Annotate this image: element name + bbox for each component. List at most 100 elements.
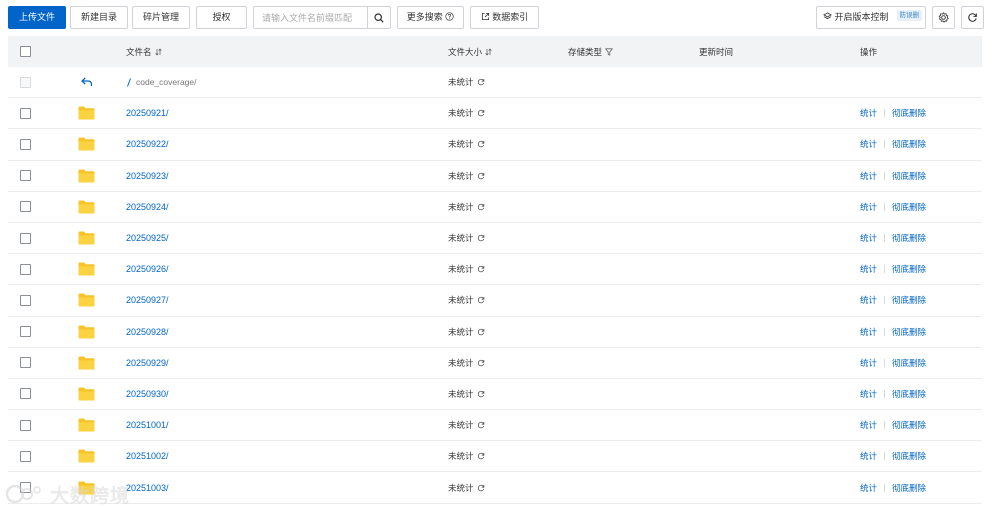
- sort-icon[interactable]: [485, 47, 492, 56]
- folder-name-link[interactable]: 20251002/: [126, 451, 169, 461]
- settings-button[interactable]: [932, 6, 955, 29]
- row-checkbox[interactable]: [20, 326, 31, 338]
- row-checkbox[interactable]: [20, 450, 31, 462]
- new-directory-button[interactable]: 新建目录: [70, 6, 128, 29]
- table-row[interactable]: 20250922/ 未统计 统计 彻底删除: [8, 129, 982, 161]
- refresh-icon[interactable]: [477, 421, 485, 429]
- stats-link[interactable]: 统计: [860, 450, 877, 462]
- permanent-delete-link[interactable]: 彻底删除: [892, 138, 926, 150]
- permanent-delete-link[interactable]: 彻底删除: [892, 326, 926, 338]
- row-checkbox[interactable]: [20, 263, 31, 275]
- folder-name-link[interactable]: 20251003/: [126, 483, 169, 493]
- permanent-delete-link[interactable]: 彻底删除: [892, 450, 926, 462]
- refresh-icon[interactable]: [477, 265, 485, 273]
- row-actions-cell: 统计 彻底删除: [860, 192, 926, 222]
- stats-link[interactable]: 统计: [860, 326, 877, 338]
- refresh-icon[interactable]: [477, 78, 485, 86]
- folder-name-link[interactable]: 20251001/: [126, 420, 169, 430]
- refresh-icon[interactable]: [477, 109, 485, 117]
- stats-link[interactable]: 统计: [860, 201, 877, 213]
- permanent-delete-link[interactable]: 彻底删除: [892, 232, 926, 244]
- authorize-button[interactable]: 授权: [196, 6, 247, 29]
- row-checkbox[interactable]: [20, 357, 31, 369]
- permanent-delete-link[interactable]: 彻底删除: [892, 263, 926, 275]
- row-checkbox[interactable]: [20, 138, 31, 150]
- table-row[interactable]: 20250924/ 未统计 统计 彻底删除: [8, 192, 982, 223]
- stats-link[interactable]: 统计: [860, 419, 877, 431]
- permanent-delete-link[interactable]: 彻底删除: [892, 294, 926, 306]
- refresh-icon[interactable]: [477, 328, 485, 336]
- select-all-checkbox[interactable]: [20, 46, 31, 57]
- refresh-icon[interactable]: [477, 172, 485, 180]
- search-input[interactable]: [254, 7, 368, 28]
- refresh-icon[interactable]: [477, 452, 485, 460]
- permanent-delete-link[interactable]: 彻底删除: [892, 107, 926, 119]
- table-row[interactable]: 20251003/ 未统计 统计 彻底删除: [8, 472, 982, 504]
- permanent-delete-link[interactable]: 彻底删除: [892, 357, 926, 369]
- stats-link[interactable]: 统计: [860, 388, 877, 400]
- row-actions-cell: 统计 彻底删除: [860, 161, 926, 191]
- row-checkbox[interactable]: [20, 232, 31, 244]
- sort-icon[interactable]: [154, 47, 162, 56]
- header-size[interactable]: 文件大小: [448, 36, 492, 67]
- table-row[interactable]: 20251001/ 未统计 统计 彻底删除: [8, 410, 982, 442]
- stats-link[interactable]: 统计: [860, 138, 877, 150]
- table-row[interactable]: 20250928/ 未统计 统计 彻底删除: [8, 317, 982, 348]
- table-row[interactable]: 20250921/ 未统计 统计 彻底删除: [8, 98, 982, 130]
- header-name[interactable]: 文件名: [126, 36, 162, 67]
- refresh-icon[interactable]: [477, 390, 485, 398]
- permanent-delete-link[interactable]: 彻底删除: [892, 482, 926, 494]
- version-control-button[interactable]: 开启版本控制 防误删: [816, 6, 926, 29]
- folder-name-link[interactable]: 20250921/: [126, 108, 169, 118]
- search-button[interactable]: [367, 7, 390, 28]
- folder-name-link[interactable]: 20250922/: [126, 139, 169, 149]
- row-checkbox[interactable]: [20, 107, 31, 119]
- folder-name-link[interactable]: 20250926/: [126, 264, 169, 274]
- refresh-icon[interactable]: [477, 203, 485, 211]
- stats-link[interactable]: 统计: [860, 232, 877, 244]
- stats-link[interactable]: 统计: [860, 107, 877, 119]
- folder-name-link[interactable]: 20250929/: [126, 358, 169, 368]
- parent-directory-row[interactable]: code_coverage/ 未统计: [8, 67, 982, 99]
- row-checkbox[interactable]: [20, 294, 31, 306]
- table-row[interactable]: 20251002/ 未统计 统计 彻底删除: [8, 441, 982, 473]
- stats-link[interactable]: 统计: [860, 482, 877, 494]
- fragment-management-button[interactable]: 碎片管理: [132, 6, 190, 29]
- stats-link[interactable]: 统计: [860, 170, 877, 182]
- table-row[interactable]: 20250929/ 未统计 统计 彻底删除: [8, 348, 982, 379]
- header-storage-type[interactable]: 存储类型: [568, 36, 613, 67]
- stats-link[interactable]: 统计: [860, 357, 877, 369]
- folder-name-link[interactable]: 20250927/: [126, 295, 169, 305]
- table-row[interactable]: 20250923/ 未统计 统计 彻底删除: [8, 161, 982, 192]
- folder-name-link[interactable]: 20250928/: [126, 327, 169, 337]
- refresh-icon[interactable]: [477, 484, 485, 492]
- folder-name-link[interactable]: 20250924/: [126, 202, 169, 212]
- refresh-button[interactable]: [961, 6, 984, 29]
- table-row[interactable]: 20250925/ 未统计 统计 彻底删除: [8, 223, 982, 255]
- folder-name-link[interactable]: 20250925/: [126, 233, 169, 243]
- refresh-icon[interactable]: [477, 140, 485, 148]
- refresh-icon[interactable]: [477, 234, 485, 242]
- row-checkbox[interactable]: [20, 388, 31, 400]
- table-row[interactable]: 20250930/ 未统计 统计 彻底删除: [8, 379, 982, 411]
- stats-link[interactable]: 统计: [860, 294, 877, 306]
- refresh-icon[interactable]: [477, 359, 485, 367]
- refresh-icon[interactable]: [477, 296, 485, 304]
- row-checkbox[interactable]: [20, 170, 31, 182]
- folder-name-link[interactable]: 20250923/: [126, 171, 169, 181]
- stats-link[interactable]: 统计: [860, 263, 877, 275]
- permanent-delete-link[interactable]: 彻底删除: [892, 388, 926, 400]
- permanent-delete-link[interactable]: 彻底删除: [892, 170, 926, 182]
- folder-name-link[interactable]: 20250930/: [126, 389, 169, 399]
- table-row[interactable]: 20250927/ 未统计 统计 彻底删除: [8, 285, 982, 317]
- data-index-button[interactable]: 数据索引: [470, 6, 539, 29]
- back-arrow-icon[interactable]: [81, 77, 93, 87]
- more-search-button[interactable]: 更多搜索: [397, 6, 464, 29]
- row-checkbox[interactable]: [20, 201, 31, 213]
- permanent-delete-link[interactable]: 彻底删除: [892, 201, 926, 213]
- row-checkbox[interactable]: [20, 419, 31, 431]
- table-row[interactable]: 20250926/ 未统计 统计 彻底删除: [8, 254, 982, 286]
- filter-icon[interactable]: [605, 47, 613, 56]
- permanent-delete-link[interactable]: 彻底删除: [892, 419, 926, 431]
- upload-file-button[interactable]: 上传文件: [8, 6, 66, 29]
